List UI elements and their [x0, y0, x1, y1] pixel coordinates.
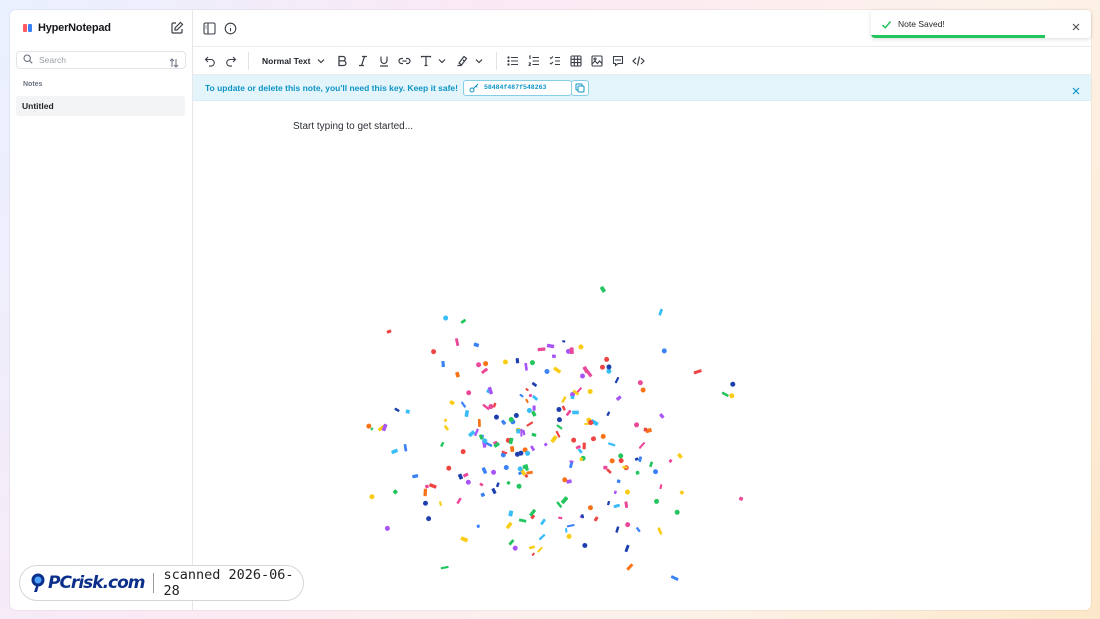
search-box[interactable] [16, 51, 186, 69]
toolbar-divider [495, 51, 497, 70]
table-icon[interactable] [569, 54, 583, 68]
sort-icon[interactable] [169, 55, 179, 68]
undo-icon[interactable] [203, 54, 217, 68]
highlight-icon[interactable] [456, 54, 470, 68]
toggle-sidebar-icon[interactable] [202, 21, 216, 35]
search-input[interactable] [39, 55, 169, 65]
chevron-down-icon[interactable] [472, 54, 486, 68]
brand: HyperNotepad [23, 22, 111, 34]
block-type-select[interactable]: Normal Text [262, 55, 327, 67]
chevron-down-icon[interactable] [435, 54, 449, 68]
image-icon[interactable] [590, 54, 604, 68]
watermark-brand: PCrisk.com [48, 573, 145, 593]
bullet-list-icon[interactable] [506, 54, 520, 68]
key-icon [469, 83, 479, 92]
new-note-icon[interactable] [170, 21, 184, 35]
close-icon[interactable] [1071, 83, 1081, 95]
main-panel: Normal Text To update or delete this not… [193, 10, 1091, 610]
toast-message: Note Saved! [898, 19, 945, 29]
watermark-scan-text: scanned 2026-06-28 [163, 567, 294, 599]
text-size-icon[interactable] [419, 54, 433, 68]
code-icon[interactable] [632, 54, 646, 68]
logo-icon [23, 23, 33, 33]
chevron-down-icon [317, 58, 324, 63]
check-icon [881, 20, 892, 29]
key-banner: To update or delete this note, you'll ne… [193, 75, 1091, 101]
close-icon[interactable] [1071, 19, 1081, 31]
pcrisk-logo: PCrisk.com [30, 573, 145, 593]
notes-section-label: Notes [23, 81, 43, 88]
magnifier-icon [31, 573, 45, 592]
note-key-value: 58484f487f548263 [483, 84, 547, 91]
underline-icon[interactable] [377, 54, 391, 68]
numbered-list-icon[interactable] [527, 54, 541, 68]
banner-message: To update or delete this note, you'll ne… [205, 82, 458, 93]
checklist-icon[interactable] [548, 54, 562, 68]
app-window: HyperNotepad Notes Untitled [10, 10, 1091, 610]
copy-icon [575, 83, 585, 92]
editor-placeholder[interactable]: Start typing to get started... [293, 121, 413, 132]
toast-progress-bar [871, 35, 1045, 38]
toolbar-divider [248, 51, 249, 70]
toast-notification: Note Saved! [871, 10, 1091, 38]
formatting-toolbar: Normal Text [193, 47, 1091, 75]
comment-icon[interactable] [611, 54, 625, 68]
sidebar: HyperNotepad Notes Untitled [10, 10, 193, 610]
watermark-divider [152, 573, 154, 593]
bold-icon[interactable] [335, 54, 349, 68]
italic-icon[interactable] [356, 54, 370, 68]
link-icon[interactable] [398, 54, 412, 68]
search-icon [23, 51, 33, 69]
block-type-label: Normal Text [262, 55, 311, 66]
info-icon[interactable] [223, 21, 237, 35]
brand-name: HyperNotepad [38, 22, 111, 34]
note-key-field[interactable]: 58484f487f548263 [462, 79, 572, 96]
note-list-item[interactable]: Untitled [16, 96, 185, 116]
redo-icon[interactable] [224, 54, 238, 68]
copy-key-button[interactable] [570, 79, 589, 96]
watermark: PCrisk.com scanned 2026-06-28 [19, 565, 304, 601]
